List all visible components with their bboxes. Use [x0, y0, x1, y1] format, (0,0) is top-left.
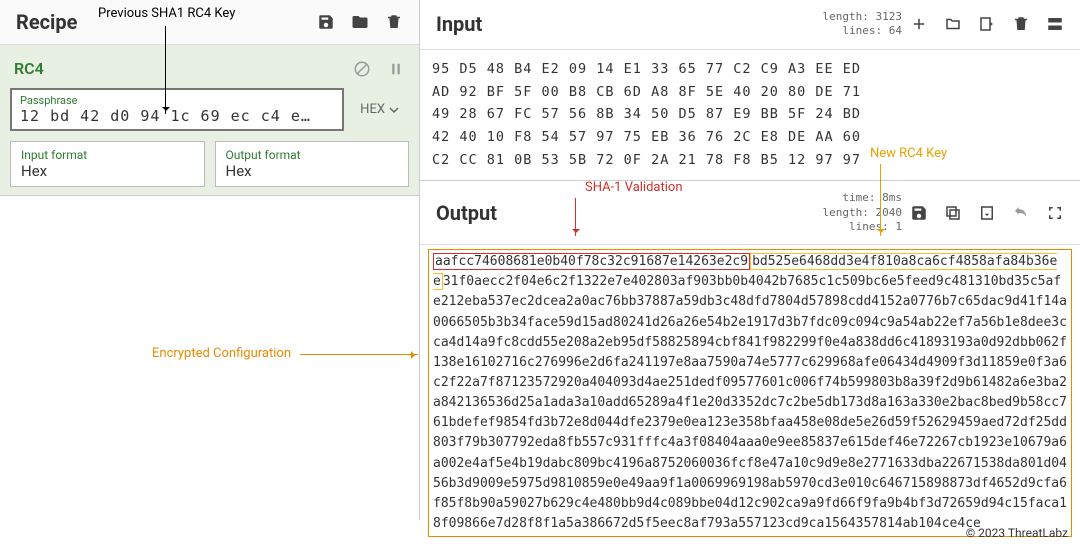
input-title: Input — [436, 12, 482, 36]
input-format-select[interactable]: Input format Hex — [10, 141, 205, 187]
folder-icon[interactable] — [351, 13, 369, 31]
output-text[interactable]: aafcc74608681e0b40f78c32c91687e14263e2c9… — [420, 245, 1080, 541]
disable-icon[interactable] — [353, 60, 371, 78]
config-segment: 31f0aecc2f04e6c2f1322e7e402803af903bb0b4… — [433, 274, 1067, 531]
fullscreen-icon[interactable] — [1046, 204, 1064, 222]
passphrase-label: Passphrase — [20, 94, 334, 107]
clear-input-icon[interactable] — [1012, 15, 1030, 33]
move-to-input-icon[interactable] — [978, 204, 996, 222]
open-file-icon[interactable] — [978, 15, 996, 33]
copy-icon[interactable] — [944, 204, 962, 222]
hex-dropdown[interactable]: HEX — [350, 88, 409, 131]
footer-copyright: © 2023 ThreatLabz — [966, 526, 1068, 540]
chevron-down-icon — [389, 105, 399, 115]
output-title: Output — [436, 201, 497, 225]
passphrase-field[interactable]: Passphrase 12 bd 42 d0 94 1c 69 ec c4 e… — [10, 88, 344, 131]
sha1-segment: aafcc74608681e0b40f78c32c91687e14263e2c9 — [433, 253, 750, 270]
recipe-panel: Recipe RC4 Passphrase 12 bd 42 d0 94 1c … — [0, 0, 420, 520]
arrow-new-key — [880, 164, 881, 236]
output-panel: Output time: 8mslength: 2040lines: 1 aaf… — [420, 180, 1080, 541]
operation-name: RC4 — [14, 59, 44, 78]
arrow-sha — [575, 198, 576, 236]
arrow-prev-key — [165, 26, 166, 114]
input-hex[interactable]: 95 D5 48 B4 E2 09 14 E1 33 65 77 C2 C9 A… — [420, 50, 1080, 181]
undo-icon[interactable] — [1012, 204, 1030, 222]
recipe-title: Recipe — [16, 10, 77, 34]
input-meta: length: 3123lines: 64 — [823, 10, 902, 39]
arrow-cfg — [300, 354, 418, 355]
delete-icon[interactable] — [385, 13, 403, 31]
output-meta: time: 8mslength: 2040lines: 1 — [823, 191, 902, 234]
passphrase-value: 12 bd 42 d0 94 1c 69 ec c4 e… — [20, 107, 334, 125]
save-output-icon[interactable] — [910, 204, 928, 222]
add-input-icon[interactable] — [910, 15, 928, 33]
pause-icon[interactable] — [387, 60, 405, 78]
output-format-select[interactable]: Output format Hex — [215, 141, 410, 187]
view-icon[interactable] — [1046, 15, 1064, 33]
input-panel: Input length: 3123lines: 64 95 D5 48 B4 … — [420, 0, 1080, 180]
open-folder-icon[interactable] — [944, 15, 962, 33]
save-icon[interactable] — [317, 13, 335, 31]
